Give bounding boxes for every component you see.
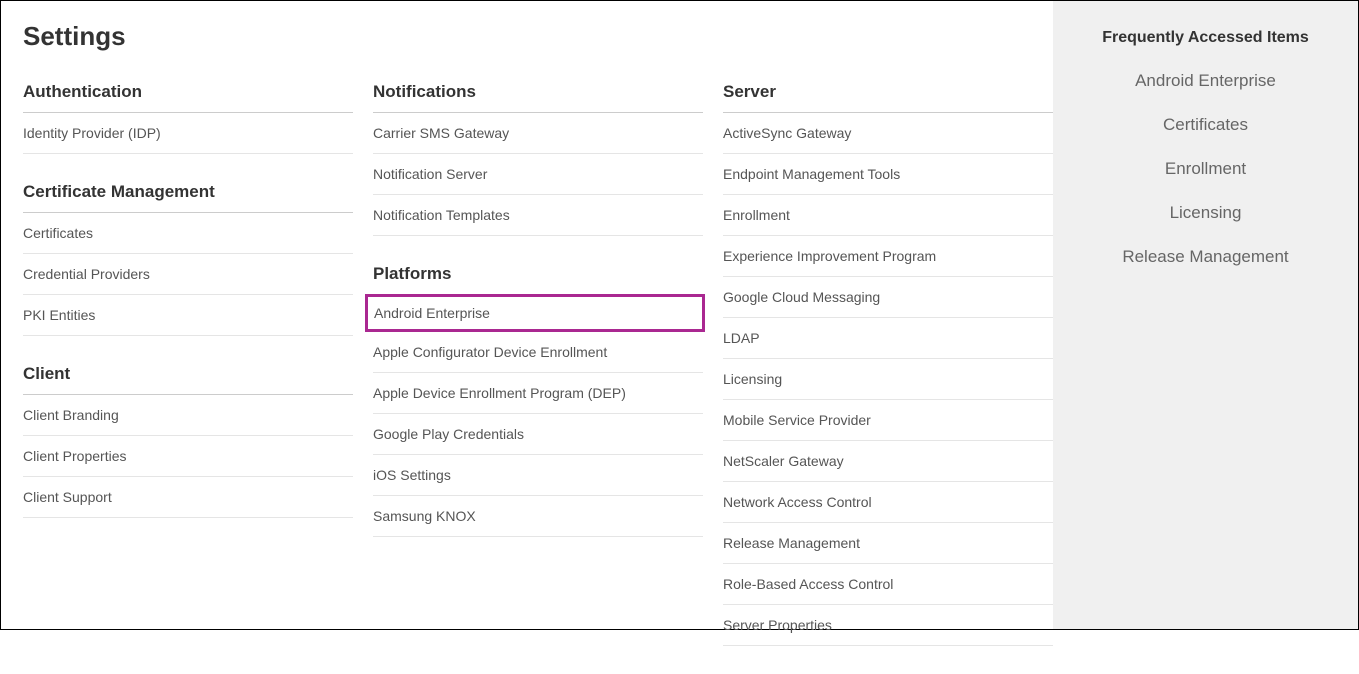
settings-column-2: ServerActiveSync GatewayEndpoint Managem… [723,82,1053,674]
settings-link-network-access-control[interactable]: Network Access Control [723,482,1053,523]
section-header-certificate-management: Certificate Management [23,182,353,213]
section-certificate-management: Certificate ManagementCertificatesCreden… [23,182,353,336]
section-header-platforms: Platforms [373,264,703,295]
settings-link-certificates[interactable]: Certificates [23,213,353,254]
section-notifications: NotificationsCarrier SMS GatewayNotifica… [373,82,703,236]
section-header-authentication: Authentication [23,82,353,113]
settings-link-pki-entities[interactable]: PKI Entities [23,295,353,336]
settings-link-ldap[interactable]: LDAP [723,318,1053,359]
settings-link-ios-settings[interactable]: iOS Settings [373,455,703,496]
settings-link-credential-providers[interactable]: Credential Providers [23,254,353,295]
settings-link-apple-device-enrollment-program-dep[interactable]: Apple Device Enrollment Program (DEP) [373,373,703,414]
settings-link-google-cloud-messaging[interactable]: Google Cloud Messaging [723,277,1053,318]
settings-link-netscaler-gateway[interactable]: NetScaler Gateway [723,441,1053,482]
settings-link-apple-configurator-device-enrollment[interactable]: Apple Configurator Device Enrollment [373,332,703,373]
settings-link-activesync-gateway[interactable]: ActiveSync Gateway [723,113,1053,154]
settings-link-enrollment[interactable]: Enrollment [723,195,1053,236]
settings-link-client-properties[interactable]: Client Properties [23,436,353,477]
section-client: ClientClient BrandingClient PropertiesCl… [23,364,353,518]
settings-link-role-based-access-control[interactable]: Role-Based Access Control [723,564,1053,605]
sidebar-frequently-accessed: Frequently Accessed Items Android Enterp… [1053,1,1358,629]
section-platforms: PlatformsAndroid EnterpriseApple Configu… [373,264,703,537]
section-server: ServerActiveSync GatewayEndpoint Managem… [723,82,1053,646]
settings-link-licensing[interactable]: Licensing [723,359,1053,400]
settings-link-android-enterprise[interactable]: Android Enterprise [365,294,705,332]
settings-link-mobile-service-provider[interactable]: Mobile Service Provider [723,400,1053,441]
settings-column-1: NotificationsCarrier SMS GatewayNotifica… [373,82,703,674]
section-authentication: AuthenticationIdentity Provider (IDP) [23,82,353,154]
settings-link-notification-server[interactable]: Notification Server [373,154,703,195]
settings-column-0: AuthenticationIdentity Provider (IDP) Cer… [23,82,353,674]
settings-link-notification-templates[interactable]: Notification Templates [373,195,703,236]
settings-link-endpoint-management-tools[interactable]: Endpoint Management Tools [723,154,1053,195]
settings-link-samsung-knox[interactable]: Samsung KNOX [373,496,703,537]
section-header-notifications: Notifications [373,82,703,113]
section-header-client: Client [23,364,353,395]
frequent-link-android-enterprise[interactable]: Android Enterprise [1063,71,1348,91]
settings-link-identity-provider-idp[interactable]: Identity Provider (IDP) [23,113,353,154]
settings-link-experience-improvement-program[interactable]: Experience Improvement Program [723,236,1053,277]
settings-link-carrier-sms-gateway[interactable]: Carrier SMS Gateway [373,113,703,154]
sidebar-title: Frequently Accessed Items [1063,29,1348,47]
settings-link-release-management[interactable]: Release Management [723,523,1053,564]
frequent-link-licensing[interactable]: Licensing [1063,203,1348,223]
frequent-link-release-management[interactable]: Release Management [1063,247,1348,267]
page-title: Settings [23,21,1053,52]
settings-link-google-play-credentials[interactable]: Google Play Credentials [373,414,703,455]
settings-link-client-branding[interactable]: Client Branding [23,395,353,436]
frequent-link-certificates[interactable]: Certificates [1063,115,1348,135]
settings-link-client-support[interactable]: Client Support [23,477,353,518]
section-header-server: Server [723,82,1053,113]
settings-link-server-properties[interactable]: Server Properties [723,605,1053,646]
frequent-link-enrollment[interactable]: Enrollment [1063,159,1348,179]
